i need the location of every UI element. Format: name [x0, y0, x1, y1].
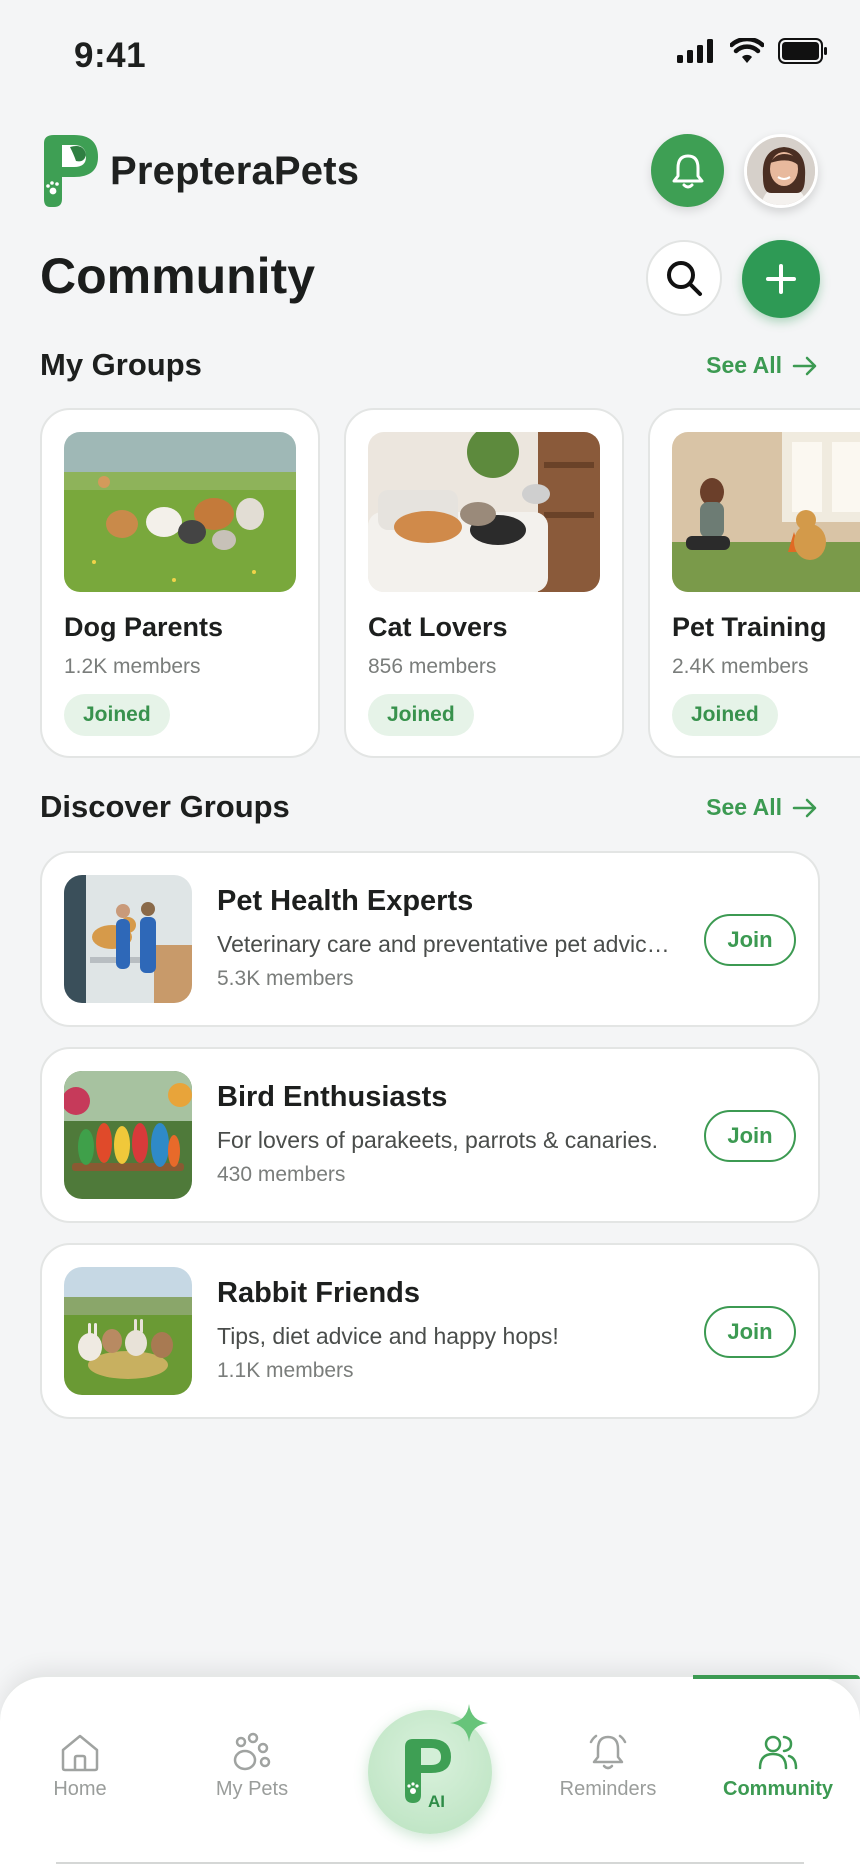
bird-enthusiasts-image — [64, 1071, 192, 1199]
brand: PrepteraPets — [40, 133, 359, 209]
discover-groups-see-all[interactable]: See All — [706, 794, 818, 821]
my-groups-see-all[interactable]: See All — [706, 352, 818, 379]
search-button[interactable] — [646, 240, 722, 316]
joined-badge: Joined — [368, 694, 474, 736]
status-icons — [676, 38, 828, 64]
sparkle-icon — [450, 1704, 488, 1742]
group-name: Pet Training — [672, 612, 827, 642]
join-button[interactable]: Join — [704, 1110, 796, 1162]
nav-label: Community — [723, 1778, 833, 1800]
bottom-nav: Home My Pets AI Reminders Community — [0, 1675, 860, 1864]
status-time: 9:41 — [74, 36, 147, 75]
pet-training-image — [672, 432, 860, 592]
discover-groups-title: Discover Groups — [40, 789, 290, 824]
nav-active-indicator — [693, 1675, 860, 1679]
cellular-signal-icon — [677, 39, 713, 63]
discover-card-bird-enthusiasts[interactable]: Bird Enthusiasts For lovers of parakeets… — [40, 1047, 820, 1223]
group-members: 2.4K members — [672, 655, 809, 678]
join-button[interactable]: Join — [704, 914, 796, 966]
arrow-right-icon — [792, 356, 817, 375]
nav-item-my-pets[interactable]: My Pets — [177, 1732, 327, 1801]
page-title: Community — [40, 248, 315, 304]
discover-card-rabbit-friends[interactable]: Rabbit Friends Tips, diet advice and hap… — [40, 1243, 820, 1419]
nav-label: AI — [428, 1792, 445, 1811]
group-members: 856 members — [368, 655, 497, 678]
group-card-dog-parents[interactable]: Dog Parents 1.2K members Joined — [40, 408, 320, 758]
group-description: Veterinary care and preventative pet adv… — [217, 931, 677, 957]
group-description: For lovers of parakeets, parrots & canar… — [217, 1127, 659, 1153]
rabbit-friends-image — [64, 1267, 192, 1395]
bell-icon — [589, 1734, 627, 1770]
pet-health-experts-image — [64, 875, 192, 1003]
battery-icon — [778, 38, 827, 64]
create-group-button[interactable] — [742, 240, 820, 318]
group-members: 430 members — [217, 1163, 346, 1186]
arrow-right-icon — [792, 798, 817, 817]
join-button[interactable]: Join — [704, 1306, 796, 1358]
group-card-pet-training[interactable]: Pet Training 2.4K members Joined — [648, 408, 860, 758]
joined-badge: Joined — [672, 694, 778, 736]
group-card-cat-lovers[interactable]: Cat Lovers 856 members Joined — [344, 408, 624, 758]
dog-parents-image — [64, 432, 296, 592]
home-icon — [61, 1734, 99, 1772]
nav-label: Home — [53, 1778, 107, 1800]
group-name: Bird Enthusiasts — [217, 1081, 448, 1113]
group-name: Pet Health Experts — [217, 885, 474, 917]
group-name: Cat Lovers — [368, 612, 508, 642]
group-description: Tips, diet advice and happy hops! — [217, 1323, 559, 1349]
group-members: 5.3K members — [217, 967, 354, 990]
notifications-button[interactable] — [651, 134, 724, 207]
plus-icon — [766, 264, 796, 294]
my-groups-title: My Groups — [40, 347, 202, 382]
cat-lovers-image — [368, 432, 600, 592]
app-name: PrepteraPets — [110, 148, 360, 193]
paw-icon — [233, 1732, 271, 1771]
group-members: 1.2K members — [64, 655, 201, 678]
app-logo — [44, 135, 98, 207]
nav-item-home[interactable]: Home — [5, 1732, 155, 1801]
nav-item-reminders[interactable]: Reminders — [533, 1732, 683, 1801]
see-all-label: See All — [706, 794, 782, 820]
community-icon — [758, 1735, 798, 1770]
user-avatar[interactable] — [744, 134, 818, 208]
wifi-icon — [730, 38, 764, 63]
group-name: Dog Parents — [64, 612, 224, 642]
joined-badge: Joined — [64, 694, 170, 736]
nav-item-ai[interactable]: AI — [368, 1704, 492, 1834]
community-screen: 9:41 PrepteraPets Community My Groups Se… — [0, 0, 860, 1864]
nav-item-community[interactable]: Community — [703, 1732, 853, 1801]
nav-label: Reminders — [559, 1778, 657, 1800]
discover-card-pet-health-experts[interactable]: Pet Health Experts Veterinary care and p… — [40, 851, 820, 1027]
my-groups-carousel[interactable]: Dog Parents 1.2K members Joined Cat Love… — [40, 408, 860, 760]
group-name: Rabbit Friends — [217, 1277, 421, 1309]
search-icon — [667, 261, 702, 296]
see-all-label: See All — [706, 352, 782, 378]
group-members: 1.1K members — [217, 1359, 354, 1382]
bell-icon — [672, 154, 703, 188]
nav-label: My Pets — [215, 1778, 289, 1800]
